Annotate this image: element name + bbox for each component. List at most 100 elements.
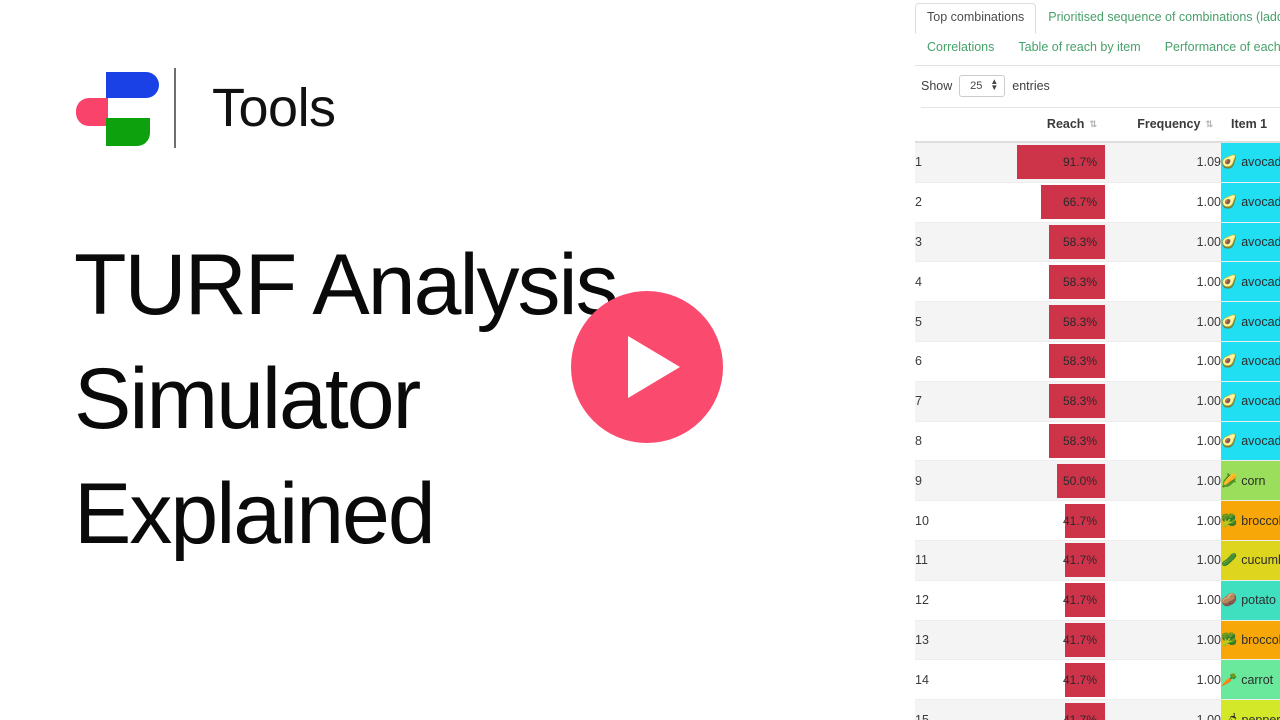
reach-bar: 66.7% (1041, 185, 1105, 220)
item-emoji-icon: 🥑 (1221, 194, 1238, 210)
reach-bar: 58.3% (1049, 264, 1105, 299)
table-header-row: Reach ⇅ Frequency ⇅ Item 1 (915, 112, 1280, 143)
cell-rank: 9 (915, 460, 989, 502)
show-entries-label-after: entries (1012, 79, 1050, 93)
tab-0[interactable]: Top combinations (915, 3, 1037, 34)
reach-bar-track: 58.3% (989, 264, 1105, 299)
cell-item1: 🥦 broccol (1221, 620, 1280, 661)
item-label: avocad (1241, 234, 1280, 249)
sort-icon-frequency: ⇅ (1205, 119, 1213, 130)
item-emoji-icon: 🌽 (1221, 472, 1238, 488)
cell-rank: 14 (915, 659, 989, 701)
item-label: potato (1241, 593, 1276, 608)
reach-bar-track: 66.7% (989, 185, 1105, 220)
reach-bar: 41.7% (1063, 702, 1105, 720)
table-row[interactable]: 8 58.3% 1.00 🥑 avocad (915, 421, 1280, 462)
cell-frequency: 1.00 (1105, 659, 1221, 701)
item-label: avocad (1241, 155, 1280, 170)
sort-icon-reach: ⇅ (1089, 119, 1097, 130)
column-header-frequency[interactable]: Frequency ⇅ (1105, 112, 1221, 143)
table-row[interactable]: 12 41.7% 1.00 🥔 potato (915, 580, 1280, 621)
reach-bar: 58.3% (1049, 384, 1105, 419)
tab-0[interactable]: Correlations (915, 35, 1006, 62)
reach-bar-track: 41.7% (989, 583, 1105, 618)
top-combinations-table: Reach ⇅ Frequency ⇅ Item 1 1 91.7% 1.09 🥑 avoc… (915, 112, 1280, 720)
turf-app-pane: Top combinations Prioritised sequence of … (905, 0, 1280, 720)
cell-item1: 🥑 avocad (1221, 222, 1280, 263)
cell-reach: 58.3% (989, 421, 1105, 462)
cell-frequency: 1.00 (1105, 540, 1221, 581)
reach-bar: 58.3% (1049, 344, 1105, 379)
table-row[interactable]: 15 41.7% 1.00 🌶 pepper (915, 699, 1280, 720)
item-emoji-icon: 🌶 (1221, 711, 1238, 720)
table-row[interactable]: 11 41.7%1.00🥒cucumb (915, 540, 1280, 581)
table-row[interactable]: 3 58.3% 1.00 🥑 avocad (915, 222, 1280, 263)
cell-item1: 🥑 avocad (1221, 182, 1280, 223)
brand-divider (174, 68, 176, 148)
entries-per-page-value: 25 (970, 80, 983, 92)
cell-rank: 3 (915, 222, 989, 263)
column-header-item1[interactable]: Item 1 (1221, 112, 1280, 143)
brand-title: Tools (212, 78, 336, 138)
table-row[interactable]: 13 41.7% 1.00 🥦 broccol (915, 620, 1280, 661)
play-button[interactable] (571, 291, 723, 443)
column-header-reach[interactable]: Reach ⇅ (989, 112, 1105, 143)
item-emoji-icon: 🥑 (1221, 353, 1238, 369)
table-row[interactable]: 6 58.3% 1.00 🥑 avocad (915, 341, 1280, 382)
cell-rank: 11 (915, 540, 989, 581)
cell-frequency: 1.00 (1105, 500, 1221, 541)
item-label: corn (1241, 473, 1266, 488)
entries-per-page-select[interactable]: 25 ▲ ▼ (959, 75, 1006, 97)
table-row[interactable]: 14 41.7% 1.00 🥕 carrot (915, 659, 1280, 701)
tab-2[interactable]: Performance of each ite (1153, 35, 1280, 62)
table-row[interactable]: 2 66.7% 1.00 🥑 avocad (915, 182, 1280, 223)
table-row[interactable]: 4 58.3% 1.00 🥑 avocad (915, 261, 1280, 303)
logo-green-block (106, 118, 150, 146)
cell-reach: 41.7% (989, 580, 1105, 621)
reach-bar-track: 41.7% (989, 622, 1105, 657)
table-row[interactable]: 9 50.0% 1.00 🌽 corn (915, 460, 1280, 502)
cell-frequency: 1.00 (1105, 301, 1221, 342)
reach-bar-track: 58.3% (989, 304, 1105, 339)
table-row[interactable]: 5 58.3% 1.00 🥑 avocad (915, 301, 1280, 342)
table-row[interactable]: 1 91.7% 1.09 🥑 avocad (915, 142, 1280, 183)
column-header-reach-label: Reach (1046, 117, 1085, 131)
cell-item1: 🥑 avocad (1221, 261, 1280, 303)
tab-row-primary: Top combinations Prioritised sequence of … (915, 0, 1280, 34)
column-header-frequency-label: Frequency (1137, 117, 1201, 131)
item-label: avocad (1241, 274, 1280, 289)
cell-reach: 91.7% (989, 142, 1105, 183)
cell-reach: 41.7% (989, 500, 1105, 541)
cell-frequency: 1.09 (1105, 142, 1221, 183)
cell-rank: 1 (915, 142, 989, 183)
reach-bar: 58.3% (1049, 224, 1105, 259)
tab-1[interactable]: Table of reach by item (1006, 35, 1152, 62)
reach-bar: 41.7% (1063, 622, 1105, 657)
reach-bar: 41.7% (1063, 543, 1105, 578)
item-label: carrot (1241, 672, 1274, 687)
cell-item1: 🥑 avocad (1221, 341, 1280, 382)
show-entries-label-before: Show (921, 79, 953, 93)
item-label: cucumb (1241, 553, 1280, 568)
cell-reach: 58.3% (989, 301, 1105, 342)
superside-logo-icon (68, 66, 159, 150)
cell-frequency: 1.00 (1105, 620, 1221, 661)
cell-reach: 58.3% (989, 222, 1105, 263)
cell-frequency: 1.00 (1105, 261, 1221, 303)
cell-item1: 🌶 pepper (1221, 699, 1280, 720)
table-row[interactable]: 10 41.7% 1.00 🥦 broccol (915, 500, 1280, 541)
item-label: avocad (1241, 394, 1280, 409)
spinner-icon[interactable]: ▲ ▼ (990, 78, 998, 92)
headline-line-3: Explained (74, 465, 436, 562)
tab-1[interactable]: Prioritised sequence of combinations (la… (1036, 3, 1280, 34)
reach-bar-track: 58.3% (989, 224, 1105, 259)
reach-bar-track: 41.7% (989, 543, 1105, 578)
reach-bar-track: 41.7% (989, 662, 1105, 697)
cell-item1: 🥦 broccol (1221, 500, 1280, 541)
cell-frequency: 1.00 (1105, 182, 1221, 223)
cell-rank: 4 (915, 261, 989, 303)
item-emoji-icon: 🥑 (1221, 273, 1238, 289)
item-label: pepper (1241, 712, 1280, 720)
table-row[interactable]: 7 58.3% 1.00 🥑 avocad (915, 381, 1280, 422)
item-emoji-icon: 🥔 (1221, 592, 1238, 608)
